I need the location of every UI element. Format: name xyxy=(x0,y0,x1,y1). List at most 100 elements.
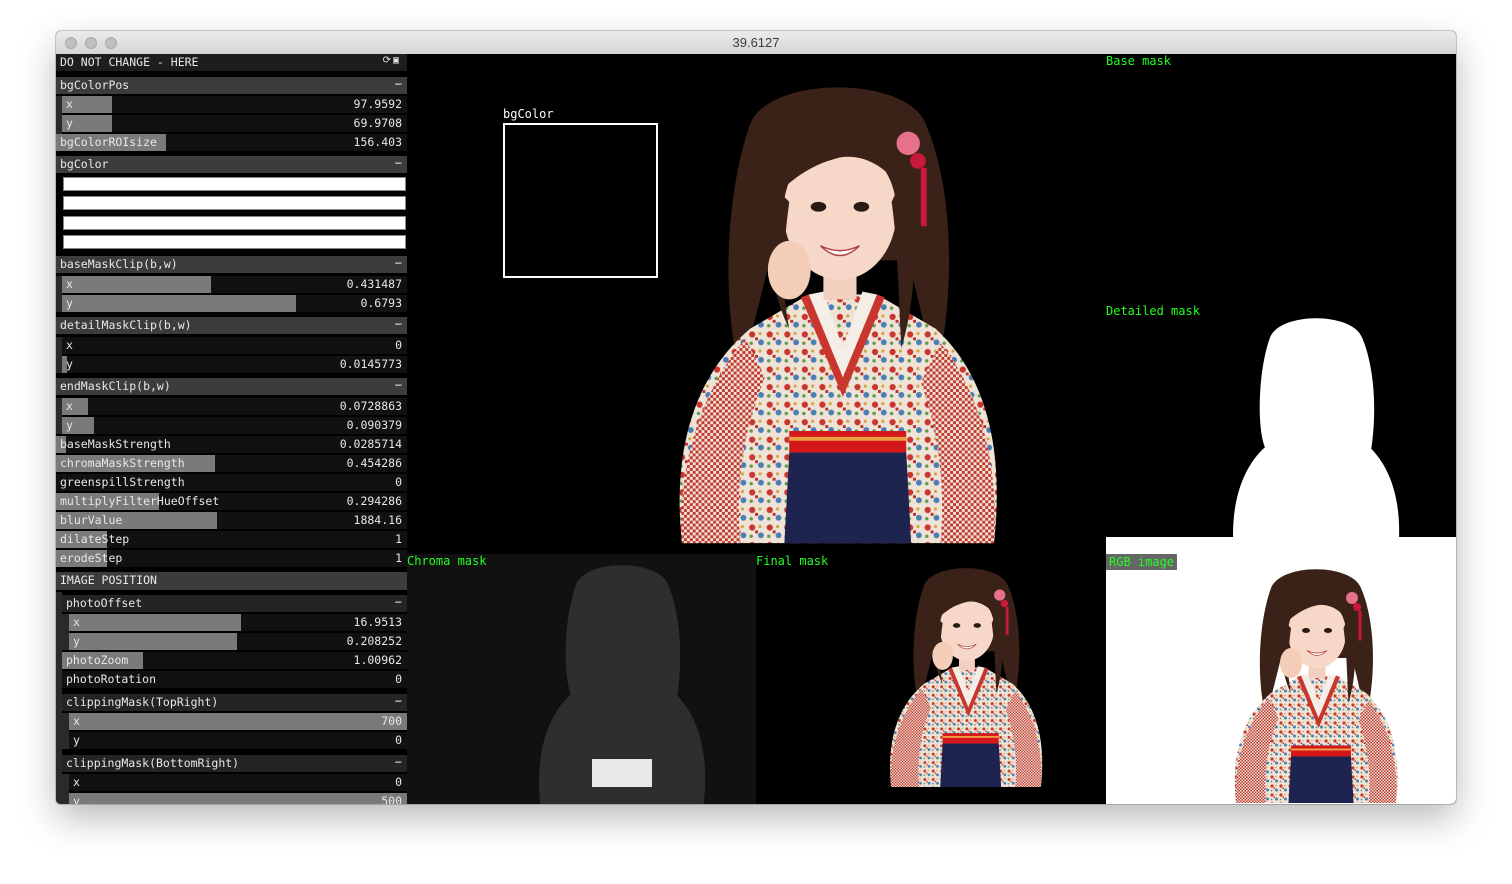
slider-label: y xyxy=(73,733,80,747)
slider-chromamaskstrength[interactable]: chromaMaskStrength 0.454286 xyxy=(56,455,407,472)
slider-erodestep[interactable]: erodeStep 1 xyxy=(56,550,407,567)
collapse-icon[interactable]: − xyxy=(395,156,402,171)
group-gutter xyxy=(62,713,69,749)
slider-multiplyfilterhueoffset[interactable]: multiplyFilterHueOffset 0.294286 xyxy=(56,493,407,510)
slider-endmaskclip-y[interactable]: y 0.090379 xyxy=(62,417,407,434)
group-bgcolor[interactable]: bgColor − xyxy=(56,156,407,173)
slider-bgcolorpos-y[interactable]: y 69.9708 xyxy=(62,115,407,132)
slider-endmaskclip-x[interactable]: x 0.0728863 xyxy=(62,398,407,415)
app-content: DO NOT CHANGE - HERE ⟳▣ bgColorPos − x 9… xyxy=(56,54,1456,804)
app-window: 39.6127 DO NOT CHANGE - HERE ⟳▣ bgColorP… xyxy=(56,31,1456,804)
final-mask-label: Final mask xyxy=(756,554,829,568)
group-bgcolor-label: bgColor xyxy=(60,157,109,171)
group-photooffset-label: photoOffset xyxy=(66,596,143,610)
slider-label: dilateStep xyxy=(60,532,130,546)
slider-greenspillstrength[interactable]: greenspillStrength 0 xyxy=(56,474,407,491)
bgcolor-roi-box[interactable] xyxy=(503,123,658,278)
slider-label: baseMaskStrength xyxy=(60,437,171,451)
collapse-icon[interactable]: − xyxy=(395,317,402,332)
group-image-position-label: IMAGE POSITION xyxy=(60,573,157,587)
slider-label: x xyxy=(66,338,73,352)
slider-label: y xyxy=(66,116,73,130)
slider-value: 156.403 xyxy=(353,135,402,149)
slider-value: 97.9592 xyxy=(353,97,402,111)
slider-dilatestep[interactable]: dilateStep 1 xyxy=(56,531,407,548)
slider-clipping-topright-x[interactable]: x 700 xyxy=(69,713,407,730)
group-bgcolorpos[interactable]: bgColorPos − xyxy=(56,77,407,94)
collapse-icon[interactable]: − xyxy=(395,256,402,271)
group-clipping-topright[interactable]: clippingMask(TopRight) − xyxy=(62,694,407,711)
slider-fill xyxy=(69,614,241,631)
slider-value: 0 xyxy=(395,775,402,789)
detailed-mask-silhouette xyxy=(1233,318,1400,554)
slider-label: x xyxy=(73,714,80,728)
collapse-icon[interactable]: − xyxy=(395,378,402,393)
panel-header: DO NOT CHANGE - HERE ⟳▣ xyxy=(56,54,407,71)
slider-detailmaskclip-y[interactable]: y 0.0145773 xyxy=(62,356,407,373)
slider-label: y xyxy=(73,794,80,804)
window-title: 39.6127 xyxy=(732,35,780,50)
main-preview[interactable]: bgColor xyxy=(407,54,1106,554)
slider-value: 0.294286 xyxy=(346,494,402,508)
slider-clipping-topright-y[interactable]: y 0 xyxy=(69,732,407,749)
slider-bgcolorpos-x[interactable]: x 97.9592 xyxy=(62,96,407,113)
chroma-mask-view: Chroma mask xyxy=(407,554,756,804)
chroma-mask-blur xyxy=(539,565,706,804)
slider-value: 0.454286 xyxy=(346,456,402,470)
group-detailmaskclip-label: detailMaskClip(b,w) xyxy=(60,318,192,332)
group-bgcolorpos-label: bgColorPos xyxy=(60,78,130,92)
slider-detailmaskclip-x[interactable]: x 0 xyxy=(62,337,407,354)
slider-basemaskclip-y[interactable]: y 0.6793 xyxy=(62,295,407,312)
collapse-icon[interactable]: − xyxy=(395,77,402,92)
base-mask-view: Base mask xyxy=(1106,54,1456,304)
group-gutter xyxy=(62,614,69,650)
color-swatch-red[interactable] xyxy=(63,177,406,191)
slider-label: y xyxy=(66,296,73,310)
slider-photorotation[interactable]: photoRotation 0 xyxy=(62,671,407,688)
group-detailmaskclip[interactable]: detailMaskClip(b,w) − xyxy=(56,317,407,334)
slider-bgcolorroisize[interactable]: bgColorROIsize 156.403 xyxy=(56,134,407,151)
slider-fill xyxy=(62,295,296,312)
slider-photooffset-x[interactable]: x 16.9513 xyxy=(69,614,407,631)
reload-icon[interactable]: ⟳ xyxy=(383,55,393,66)
title-bar: 39.6127 xyxy=(56,31,1456,55)
slider-photozoom[interactable]: photoZoom 1.00962 xyxy=(62,652,407,669)
slider-label: y xyxy=(66,357,73,371)
group-endmaskclip-label: endMaskClip(b,w) xyxy=(60,379,171,393)
slider-value: 0.208252 xyxy=(346,634,402,648)
slider-value: 0.431487 xyxy=(346,277,402,291)
collapse-icon[interactable]: − xyxy=(395,755,402,770)
save-icon[interactable]: ▣ xyxy=(393,55,401,66)
color-swatch-green[interactable] xyxy=(63,196,406,210)
slider-basemaskstrength[interactable]: baseMaskStrength 0.0285714 xyxy=(56,436,407,453)
group-photooffset[interactable]: photoOffset − xyxy=(62,595,407,612)
slider-value: 1.00962 xyxy=(353,653,402,667)
slider-value: 0.0285714 xyxy=(339,437,402,451)
slider-fill xyxy=(69,633,237,650)
slider-value: 1884.16 xyxy=(353,513,402,527)
collapse-icon[interactable]: − xyxy=(395,694,402,709)
slider-label: multiplyFilterHueOffset xyxy=(60,494,220,508)
slider-clipping-bottomright-y[interactable]: y 500 xyxy=(69,793,407,804)
slider-value: 500 xyxy=(381,794,402,804)
collapse-icon[interactable]: − xyxy=(395,595,402,610)
group-basemaskclip[interactable]: baseMaskClip(b,w) − xyxy=(56,256,407,273)
slider-label: x xyxy=(73,615,80,629)
mask-bottom-band xyxy=(1106,537,1456,554)
slider-value: 1 xyxy=(395,551,402,565)
group-clipping-bottomright[interactable]: clippingMask(BottomRight) − xyxy=(62,755,407,772)
slider-blurvalue[interactable]: blurValue 1884.16 xyxy=(56,512,407,529)
slider-photooffset-y[interactable]: y 0.208252 xyxy=(69,633,407,650)
slider-clipping-bottomright-x[interactable]: x 0 xyxy=(69,774,407,791)
slider-label: greenspillStrength xyxy=(60,475,185,489)
color-swatch-alpha[interactable] xyxy=(63,235,406,249)
base-mask-label: Base mask xyxy=(1106,54,1172,68)
group-gutter xyxy=(62,774,69,804)
group-image-position[interactable]: IMAGE POSITION xyxy=(56,572,407,590)
slider-label: photoZoom xyxy=(66,653,129,667)
roi-label: bgColor xyxy=(503,107,554,121)
rgb-image-photo xyxy=(1234,568,1398,804)
group-endmaskclip[interactable]: endMaskClip(b,w) − xyxy=(56,378,407,395)
slider-basemaskclip-x[interactable]: x 0.431487 xyxy=(62,276,407,293)
color-swatch-blue[interactable] xyxy=(63,216,406,230)
